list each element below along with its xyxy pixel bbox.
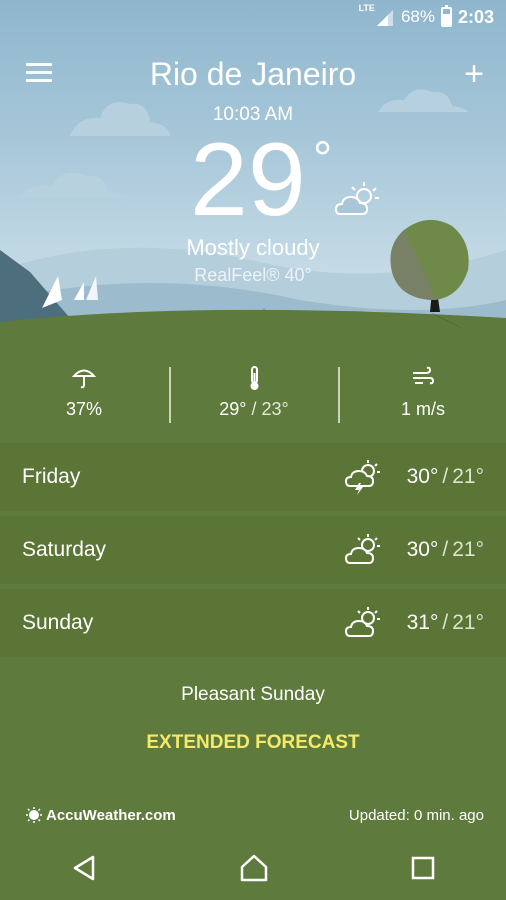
add-location-icon[interactable]: + [464, 57, 484, 91]
footer: AccuWeather.com Updated: 0 min. ago [26, 804, 484, 826]
temperature-range-stat: 29° / 23° [170, 365, 338, 420]
wind-stat: 1 m/s [339, 365, 506, 420]
thermometer-icon [250, 366, 259, 390]
signal-icon [376, 10, 393, 26]
navigation-bar [0, 836, 506, 900]
temp-high-value: 29° [219, 399, 247, 419]
forecast-separator: / [442, 538, 449, 561]
realfeel-text: RealFeel® 40° [194, 265, 312, 285]
city-name[interactable]: Rio de Janeiro [0, 56, 506, 93]
back-icon[interactable] [69, 853, 99, 883]
forecast-row-sunday[interactable]: Sunday 31° / 21° [0, 589, 506, 657]
network-type: LTE [358, 3, 375, 13]
forecast-high: 30° [406, 465, 439, 488]
forecast-row-saturday[interactable]: Saturday 30° / 21° [0, 516, 506, 584]
battery-percent: 68% [400, 7, 435, 26]
forecast-row-friday[interactable]: Friday 30° / 21° [0, 443, 506, 511]
status-bar: LTE 68% 2:03 [0, 0, 506, 34]
forecast-high: 30° [406, 538, 439, 561]
forecast-separator: / [442, 465, 449, 488]
thunderstorm-icon [344, 460, 380, 495]
forecast-summary: Pleasant Sunday [181, 684, 325, 705]
partly-cloudy-icon [344, 607, 380, 637]
forecast-day: Saturday [22, 538, 107, 561]
forecast-day: Friday [22, 465, 81, 488]
accuweather-sun-icon [26, 807, 42, 823]
degree-symbol: ° [313, 133, 333, 186]
home-icon[interactable] [238, 853, 270, 883]
updated-text: Updated: 0 min. ago [348, 806, 484, 824]
umbrella-icon [72, 369, 96, 389]
weather-app: LTE 68% 2:03 Rio de Janeiro + 10:03 AM 2… [0, 0, 506, 900]
top-bar: Rio de Janeiro + [0, 52, 506, 98]
current-temperature: 29 [190, 122, 306, 238]
forecast-low: 21° [452, 465, 484, 488]
recents-icon[interactable] [409, 854, 437, 882]
forecast-day: Sunday [22, 611, 94, 634]
daily-forecast-list: Friday 30° / 21° Saturday 30° / 21° Sund… [0, 443, 506, 662]
extended-forecast-link[interactable]: EXTENDED FORECAST [0, 732, 506, 754]
wind-icon [413, 366, 435, 385]
partly-cloudy-icon [334, 182, 379, 215]
brand-text: AccuWeather.com [46, 806, 176, 824]
precipitation-stat: 37% [0, 365, 168, 420]
battery-fill [442, 14, 450, 25]
forecast-low: 21° [452, 611, 484, 634]
status-time: 2:03 [457, 6, 494, 27]
temp-low-value: / 23° [251, 399, 289, 419]
condition-text: Mostly cloudy [186, 235, 320, 260]
precipitation-value: 37% [65, 399, 103, 419]
battery-icon [440, 5, 452, 27]
current-stats: 37% 29° / 23° 1 m/s [0, 365, 506, 425]
forecast-separator: / [442, 611, 449, 634]
forecast-high: 31° [406, 611, 439, 634]
accuweather-brand[interactable]: AccuWeather.com [26, 807, 176, 824]
partly-cloudy-icon [344, 534, 380, 564]
forecast-low: 21° [452, 538, 484, 561]
wind-value: 1 m/s [400, 399, 445, 419]
